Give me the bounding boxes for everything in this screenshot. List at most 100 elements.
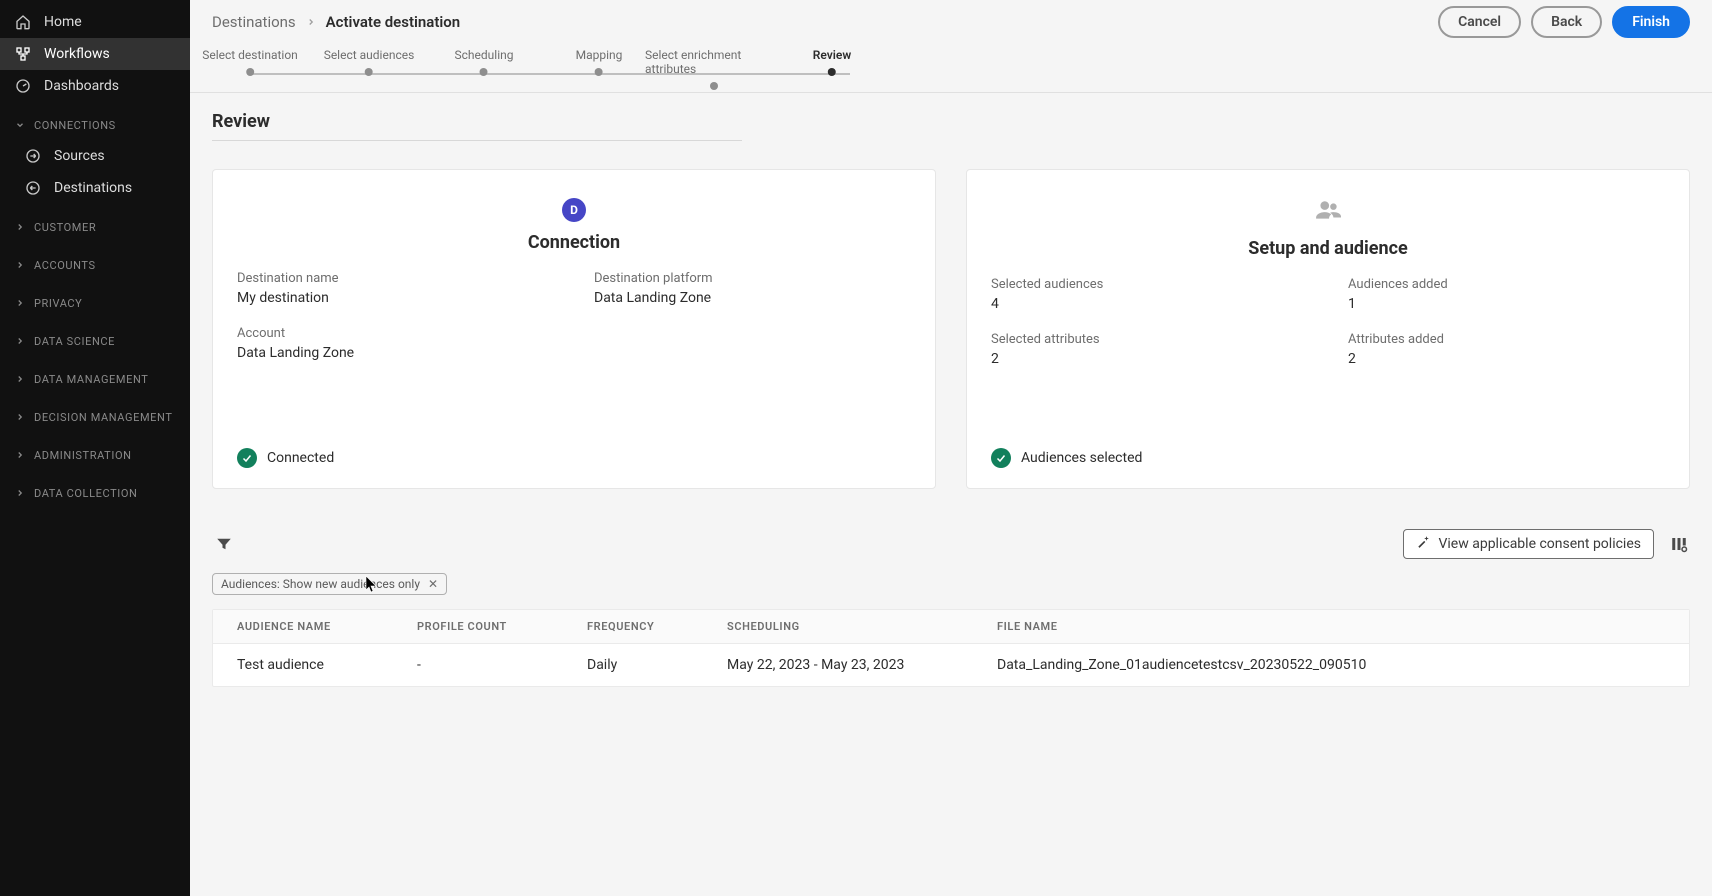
section-data-science[interactable]: DATA SCIENCE <box>0 326 190 356</box>
review-cards: D Connection Destination name My destina… <box>212 169 1690 489</box>
chevron-right-icon <box>14 335 26 347</box>
dest-platform-value: Data Landing Zone <box>594 290 911 306</box>
filter-chip-label: Audiences: Show new audiences only <box>221 577 420 591</box>
chevron-right-icon <box>14 373 26 385</box>
nav-home-label: Home <box>44 14 82 30</box>
sources-icon <box>24 147 42 165</box>
nav-sources[interactable]: Sources <box>0 140 190 172</box>
section-label: ACCOUNTS <box>34 259 96 272</box>
section-label: CUSTOMER <box>34 221 96 234</box>
step-4[interactable]: Select enrichment attributes <box>645 48 783 90</box>
account-value: Data Landing Zone <box>237 345 554 361</box>
connection-status: Connected <box>267 450 334 466</box>
chevron-down-icon <box>14 119 26 131</box>
chevron-right-icon <box>14 411 26 423</box>
section-administration[interactable]: ADMINISTRATION <box>0 440 190 470</box>
dest-name-value: My destination <box>237 290 554 306</box>
step-dot <box>480 68 488 76</box>
cell-name: Test audience <box>237 657 417 673</box>
cancel-button[interactable]: Cancel <box>1438 6 1521 38</box>
section-data-management[interactable]: DATA MANAGEMENT <box>0 364 190 394</box>
section-decision-management[interactable]: DECISION MANAGEMENT <box>0 402 190 432</box>
step-3[interactable]: Mapping <box>576 48 623 76</box>
step-dot <box>710 82 718 90</box>
table-row[interactable]: Test audience-DailyMay 22, 2023 - May 23… <box>213 644 1689 686</box>
step-dot <box>828 68 836 76</box>
attr-added-value: 2 <box>1348 351 1665 367</box>
setup-card: Setup and audience Selected audiences 4 … <box>966 169 1690 489</box>
title-rule <box>212 140 742 141</box>
workflows-icon <box>14 45 32 63</box>
col-frequency: FREQUENCY <box>587 620 727 633</box>
col-name: AUDIENCE NAME <box>237 620 417 633</box>
destinations-icon <box>24 179 42 197</box>
dashboards-icon <box>14 77 32 95</box>
breadcrumb-current: Activate destination <box>326 13 460 31</box>
nav-dashboards[interactable]: Dashboards <box>0 70 190 102</box>
account-label: Account <box>237 326 554 341</box>
breadcrumb-parent[interactable]: Destinations <box>212 13 296 31</box>
step-dot <box>246 68 254 76</box>
nav-workflows-label: Workflows <box>44 46 110 62</box>
connection-card-title: Connection <box>528 232 620 253</box>
step-0[interactable]: Select destination <box>202 48 298 76</box>
connection-badge: D <box>562 198 586 222</box>
close-icon[interactable]: ✕ <box>428 577 438 591</box>
wand-icon <box>1416 535 1430 553</box>
section-label: DATA COLLECTION <box>34 487 137 500</box>
section-label: DATA MANAGEMENT <box>34 373 148 386</box>
cell-filename: Data_Landing_Zone_01audiencetestcsv_2023… <box>997 657 1665 673</box>
nav-workflows[interactable]: Workflows <box>0 38 190 70</box>
nav-destinations-label: Destinations <box>54 180 132 196</box>
table-header: AUDIENCE NAME PROFILE COUNT FREQUENCY SC… <box>213 610 1689 644</box>
consent-policies-button[interactable]: View applicable consent policies <box>1403 529 1654 559</box>
col-scheduling: SCHEDULING <box>727 620 997 633</box>
chevron-right-icon <box>14 449 26 461</box>
back-button[interactable]: Back <box>1531 6 1602 38</box>
nav-home[interactable]: Home <box>0 6 190 38</box>
cell-frequency: Daily <box>587 657 727 673</box>
step-1[interactable]: Select audiences <box>324 48 415 76</box>
section-connections-label: CONNECTIONS <box>34 119 116 132</box>
finish-button[interactable]: Finish <box>1612 6 1690 38</box>
setup-card-title: Setup and audience <box>1248 238 1407 259</box>
sel-aud-value: 4 <box>991 296 1308 312</box>
step-dot <box>595 68 603 76</box>
nav-destinations[interactable]: Destinations <box>0 172 190 204</box>
col-filename: FILE NAME <box>997 620 1665 633</box>
dest-platform-label: Destination platform <box>594 271 911 286</box>
filter-icon[interactable] <box>212 532 236 556</box>
step-label: Select enrichment attributes <box>645 48 783 76</box>
column-settings-icon[interactable] <box>1668 533 1690 555</box>
section-connections[interactable]: CONNECTIONS <box>0 110 190 140</box>
step-2[interactable]: Scheduling <box>455 48 514 76</box>
step-label: Review <box>813 48 851 62</box>
content: Review D Connection Destination name My … <box>190 93 1712 896</box>
sidebar: Home Workflows Dashboards CONNECTIONS So… <box>0 0 190 896</box>
step-5[interactable]: Review <box>813 48 851 76</box>
col-profile: PROFILE COUNT <box>417 620 587 633</box>
section-customer[interactable]: CUSTOMER <box>0 212 190 242</box>
attr-added-label: Attributes added <box>1348 332 1665 347</box>
section-label: DATA SCIENCE <box>34 335 115 348</box>
stepper: Select destination Select audiences Schedu… <box>190 44 1712 93</box>
filter-chip: Audiences: Show new audiences only ✕ <box>212 573 447 595</box>
section-accounts[interactable]: ACCOUNTS <box>0 250 190 280</box>
sel-aud-label: Selected audiences <box>991 277 1308 292</box>
section-privacy[interactable]: PRIVACY <box>0 288 190 318</box>
sel-attr-value: 2 <box>991 351 1308 367</box>
table-toolbar: View applicable consent policies <box>212 529 1690 559</box>
topbar: Destinations Activate destination Cancel… <box>190 0 1712 44</box>
step-label: Select destination <box>202 48 298 62</box>
chevron-right-icon <box>14 221 26 233</box>
chevron-right-icon <box>14 259 26 271</box>
step-label: Select audiences <box>324 48 415 62</box>
aud-added-value: 1 <box>1348 296 1665 312</box>
review-title: Review <box>212 111 1690 132</box>
section-data-collection[interactable]: DATA COLLECTION <box>0 478 190 508</box>
consent-policies-label: View applicable consent policies <box>1438 536 1641 552</box>
chevron-right-icon <box>14 487 26 499</box>
audiences-table: AUDIENCE NAME PROFILE COUNT FREQUENCY SC… <box>212 609 1690 687</box>
home-icon <box>14 13 32 31</box>
breadcrumb: Destinations Activate destination <box>212 13 460 31</box>
